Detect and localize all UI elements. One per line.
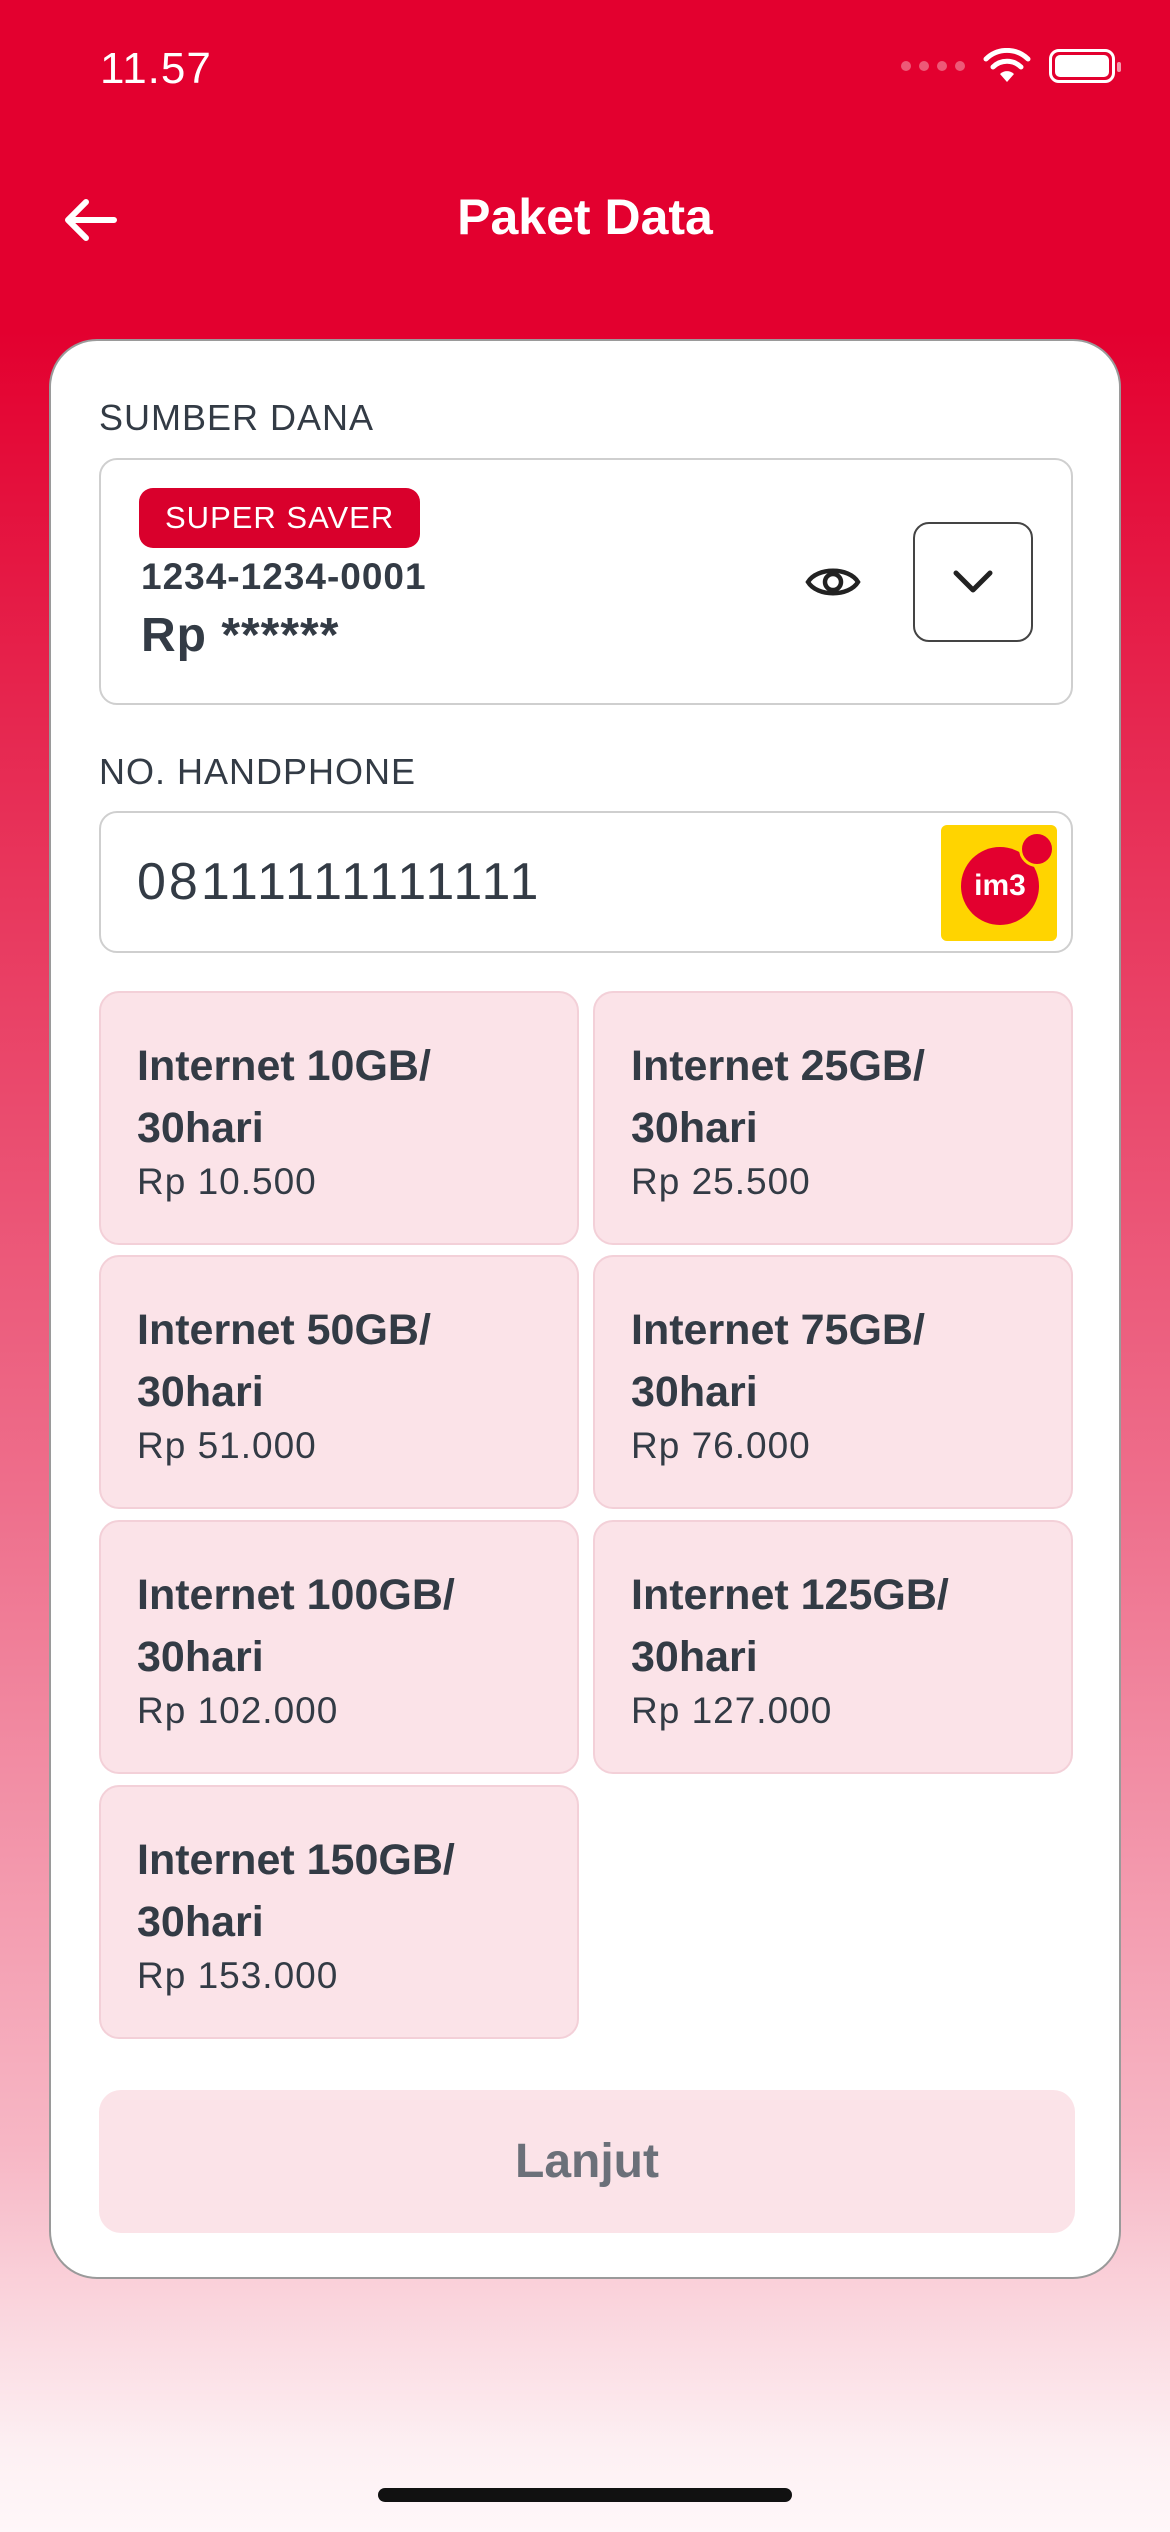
toggle-balance-visibility-button[interactable] [801,550,865,614]
funding-source-selector[interactable]: SUPER SAVER 1234-1234-0001 Rp ****** [99,458,1073,705]
signal-icon [901,61,965,71]
package-price: Rp 127.000 [631,1690,833,1731]
continue-button[interactable]: Lanjut [99,2090,1075,2233]
package-name: Internet 125GB/ 30hari [631,1571,949,1681]
package-name: Internet 150GB/ 30hari [137,1836,455,1946]
wifi-icon [983,48,1031,82]
phone-number-field[interactable]: im3 [99,811,1073,953]
package-price: Rp 51.000 [137,1425,317,1466]
account-type-badge: SUPER SAVER [139,488,421,548]
package-card[interactable]: Internet 50GB/ 30hari Rp 51.000 [99,1255,579,1509]
account-number: 1234-1234-0001 [141,556,427,597]
package-card[interactable]: Internet 10GB/ 30hari Rp 10.500 [99,991,579,1245]
package-name: Internet 25GB/ 30hari [631,1042,925,1152]
form-card: SUMBER DANA SUPER SAVER 1234-1234-0001 R… [49,339,1121,2279]
package-price: Rp 153.000 [137,1955,339,1996]
package-card[interactable]: Internet 25GB/ 30hari Rp 25.500 [593,991,1073,1245]
page-title: Paket Data [457,189,713,245]
funding-dropdown-button[interactable] [913,522,1033,642]
package-card[interactable]: Internet 125GB/ 30hari Rp 127.000 [593,1520,1073,1774]
phone-number-input[interactable] [137,813,917,951]
status-bar: 11.57 [0,0,1170,150]
home-indicator[interactable] [378,2488,792,2502]
account-balance: Rp ****** [141,609,340,662]
package-price: Rp 76.000 [631,1425,811,1466]
package-name: Internet 100GB/ 30hari [137,1571,455,1681]
header: Paket Data [0,170,1170,270]
package-price: Rp 25.500 [631,1161,811,1202]
status-icons [901,48,1121,84]
package-name: Internet 10GB/ 30hari [137,1042,431,1152]
package-card[interactable]: Internet 150GB/ 30hari Rp 153.000 [99,1785,579,2039]
eye-icon [805,568,861,596]
package-card[interactable]: Internet 100GB/ 30hari Rp 102.000 [99,1520,579,1774]
chevron-down-icon [953,570,993,593]
package-price: Rp 102.000 [137,1690,339,1731]
phone-number-label: NO. HANDPHONE [99,751,417,792]
funding-source-label: SUMBER DANA [99,397,375,438]
status-time: 11.57 [100,44,212,93]
package-card[interactable]: Internet 75GB/ 30hari Rp 76.000 [593,1255,1073,1509]
battery-icon [1049,49,1121,83]
package-price: Rp 10.500 [137,1161,317,1202]
package-name: Internet 75GB/ 30hari [631,1306,925,1416]
operator-logo: im3 [941,825,1057,941]
package-name: Internet 50GB/ 30hari [137,1306,431,1416]
